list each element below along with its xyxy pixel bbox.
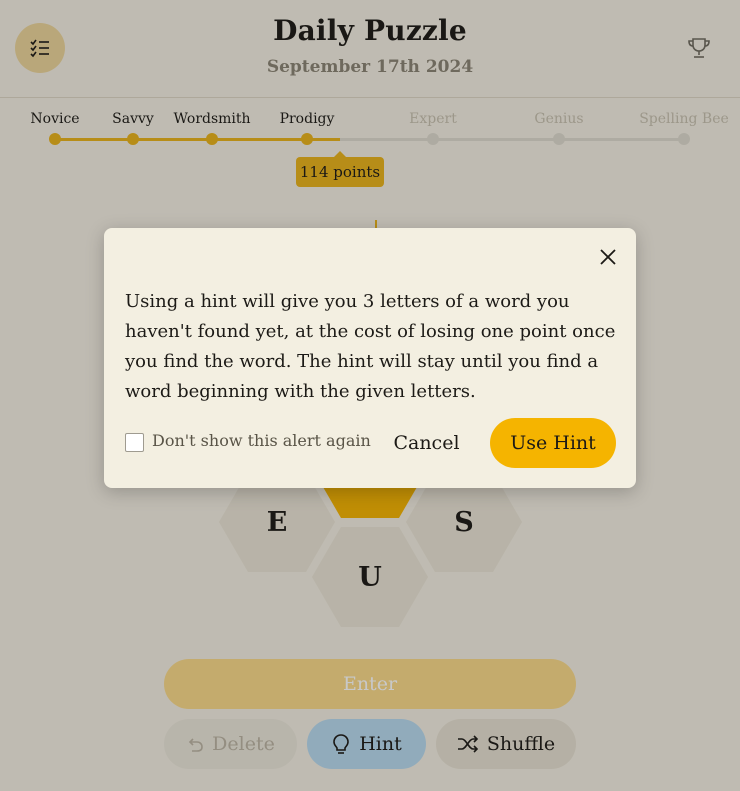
use-hint-button[interactable]: Use Hint bbox=[490, 418, 616, 468]
close-icon bbox=[600, 249, 616, 265]
dont-show-again-label[interactable]: Don't show this alert again bbox=[152, 431, 371, 450]
hint-dialog: Using a hint will give you 3 letters of … bbox=[104, 228, 636, 488]
dont-show-again-checkbox[interactable] bbox=[125, 433, 144, 452]
cancel-button[interactable]: Cancel bbox=[374, 418, 479, 468]
hint-explanation: Using a hint will give you 3 letters of … bbox=[125, 291, 616, 402]
close-button[interactable] bbox=[595, 244, 621, 270]
